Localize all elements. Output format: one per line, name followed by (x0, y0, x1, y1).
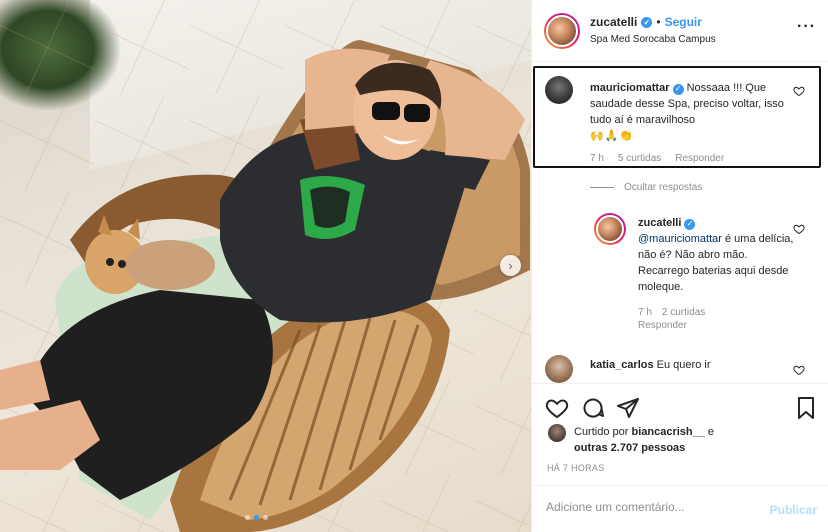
post-photo[interactable]: › (0, 0, 531, 532)
reply-button[interactable]: Responder (675, 153, 724, 164)
more-options-icon[interactable]: ··· (797, 18, 816, 36)
post-sidebar: zucatelli ✓ • Seguir Spa Med Sorocaba Ca… (531, 0, 828, 532)
reply-comment: zucatelli ✓ @mauriciomattar é uma delíci… (638, 215, 796, 295)
reply-avatar-image (596, 215, 624, 243)
carousel-dot (245, 515, 250, 520)
post-location[interactable]: Spa Med Sorocaba Campus (590, 34, 716, 45)
comment-username[interactable]: katia_carlos (590, 359, 654, 371)
share-paper-plane-icon[interactable] (616, 396, 640, 420)
verified-icon: ✓ (684, 218, 696, 230)
reply-mention[interactable]: @mauriciomattar (638, 233, 722, 245)
carousel-next-button[interactable]: › (500, 255, 521, 276)
reply-respond-button[interactable]: Responder (638, 320, 687, 331)
liker-username[interactable]: biancacrish__ (631, 426, 704, 438)
carousel-dot-active (254, 515, 259, 520)
commenter-avatar[interactable] (545, 355, 573, 383)
like-reply-heart-icon[interactable] (793, 223, 805, 235)
commenter-avatar[interactable] (545, 76, 573, 104)
follow-button[interactable]: Seguir (665, 15, 702, 29)
reply-avatar[interactable] (594, 213, 626, 245)
like-comment-heart-icon[interactable] (793, 364, 805, 376)
like-comment-heart-icon[interactable] (793, 85, 805, 97)
post-header: zucatelli ✓ • Seguir Spa Med Sorocaba Ca… (532, 0, 828, 62)
comment-time: 7 h (590, 153, 604, 164)
reply-meta-2: Responder (638, 320, 687, 331)
liker-avatar[interactable] (548, 424, 566, 442)
carousel-dots (245, 515, 268, 520)
reply-username[interactable]: zucatelli (638, 217, 681, 229)
comment-1-meta: 7 h 5 curtidas Responder (590, 153, 724, 164)
verified-icon: ✓ (641, 16, 653, 28)
likes-text: Curtido por biancacrish__ e outras 2.707… (574, 424, 754, 456)
reply-time: 7 h (638, 307, 652, 318)
save-bookmark-icon[interactable] (794, 396, 818, 420)
likes-others[interactable]: outras 2.707 pessoas (574, 442, 685, 454)
hide-replies-label: Ocultar respostas (624, 182, 703, 193)
verified-icon: ✓ (672, 83, 684, 95)
comment-1: mauriciomattar ✓ Nossaaa !!! Que saudade… (590, 80, 790, 144)
likes-conjunction: e (707, 426, 715, 438)
likes-prefix: Curtido por (574, 426, 629, 438)
author-line: zucatelli ✓ • Seguir (590, 15, 702, 29)
comment-3: katia_carlos Eu quero ir (590, 359, 710, 371)
reply-likes[interactable]: 2 curtidas (662, 307, 705, 318)
photo-illustration (0, 40, 530, 532)
divider-line (590, 187, 614, 188)
post-timestamp[interactable]: HÁ 7 HORAS (547, 463, 605, 473)
hide-replies-button[interactable]: Ocultar respostas (590, 182, 702, 193)
publish-button[interactable]: Publicar (770, 503, 817, 517)
add-comment-bar: Publicar (532, 485, 828, 532)
separator: • (656, 15, 661, 29)
comment-username[interactable]: mauriciomattar (590, 82, 669, 94)
like-heart-icon[interactable] (545, 396, 569, 420)
carousel-dot (263, 515, 268, 520)
author-username[interactable]: zucatelli (590, 15, 637, 29)
likes-summary: Curtido por biancacrish__ e outras 2.707… (548, 424, 754, 456)
comment-bubble-icon[interactable] (581, 396, 605, 420)
comment-likes[interactable]: 5 curtidas (618, 153, 661, 164)
comment-input[interactable] (546, 500, 746, 514)
post-actions-bar (532, 383, 828, 429)
author-avatar[interactable] (544, 13, 580, 49)
comment-emoji: 🙌🙏👏 (590, 130, 635, 142)
reply-meta: 7 h 2 curtidas (638, 307, 705, 318)
author-avatar-image (546, 15, 578, 47)
comment-body: Eu quero ir (656, 359, 711, 371)
